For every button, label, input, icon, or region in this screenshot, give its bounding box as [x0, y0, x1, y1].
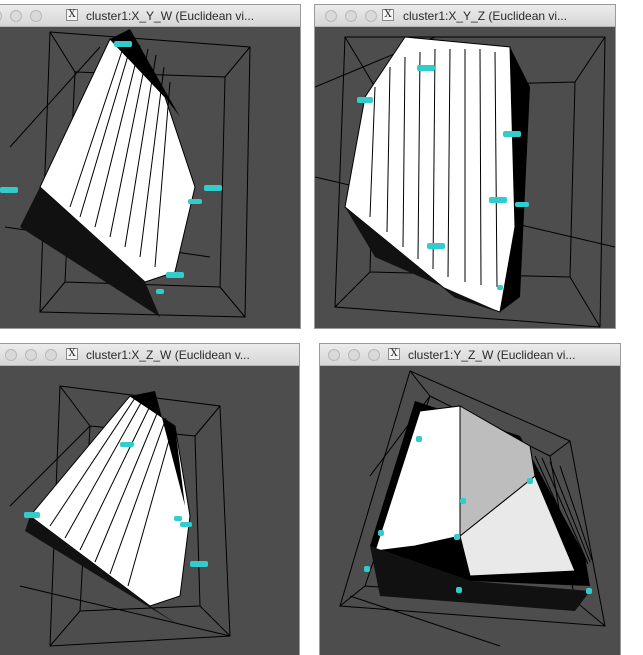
plot-canvas[interactable] — [315, 27, 615, 328]
window-title: cluster1:Y_Z_W (Euclidean vi... — [408, 348, 576, 362]
close-icon[interactable] — [328, 349, 340, 361]
window-title: cluster1:X_Y_Z (Euclidean vi... — [403, 9, 568, 23]
minimize-icon[interactable] — [25, 349, 37, 361]
window-titlebar[interactable]: X cluster1:Y_Z_W (Euclidean vi... — [320, 344, 620, 366]
minimize-icon[interactable] — [10, 10, 22, 22]
x11-icon: X — [388, 348, 400, 360]
close-icon[interactable] — [0, 10, 2, 22]
window-x-z-w[interactable]: X cluster1:X_Z_W (Euclidean v... — [0, 344, 299, 655]
x11-icon: X — [66, 9, 78, 21]
zoom-icon[interactable] — [30, 10, 42, 22]
zoom-icon[interactable] — [368, 349, 380, 361]
minimize-icon[interactable] — [345, 10, 357, 22]
window-titlebar[interactable]: X cluster1:X_Z_W (Euclidean v... — [0, 344, 299, 366]
window-title: cluster1:X_Z_W (Euclidean v... — [86, 348, 250, 362]
plot-canvas[interactable] — [0, 366, 299, 655]
close-icon[interactable] — [5, 349, 17, 361]
plot-canvas[interactable] — [320, 366, 620, 655]
wireframe-plot-y-z-w — [339, 370, 606, 647]
x11-icon: X — [382, 9, 394, 21]
wireframe-plot-x-z-w — [9, 385, 231, 647]
minimize-icon[interactable] — [348, 349, 360, 361]
zoom-icon[interactable] — [45, 349, 57, 361]
zoom-icon[interactable] — [365, 10, 377, 22]
plot-canvas[interactable] — [0, 27, 300, 328]
window-titlebar[interactable]: X cluster1:X_Y_Z (Euclidean vi... — [315, 5, 615, 27]
close-icon[interactable] — [325, 10, 337, 22]
window-x-y-w[interactable]: X cluster1:X_Y_W (Euclidean vi... — [0, 5, 300, 328]
wireframe-plot-x-y-z — [315, 36, 615, 328]
window-y-z-w[interactable]: X cluster1:Y_Z_W (Euclidean vi... — [320, 344, 620, 655]
wireframe-plot-x-y-w — [0, 29, 251, 318]
window-titlebar[interactable]: X cluster1:X_Y_W (Euclidean vi... — [0, 5, 300, 27]
window-x-y-z[interactable]: X cluster1:X_Y_Z (Euclidean vi... — [315, 5, 615, 328]
window-title: cluster1:X_Y_W (Euclidean vi... — [86, 9, 255, 23]
x11-icon: X — [66, 348, 78, 360]
